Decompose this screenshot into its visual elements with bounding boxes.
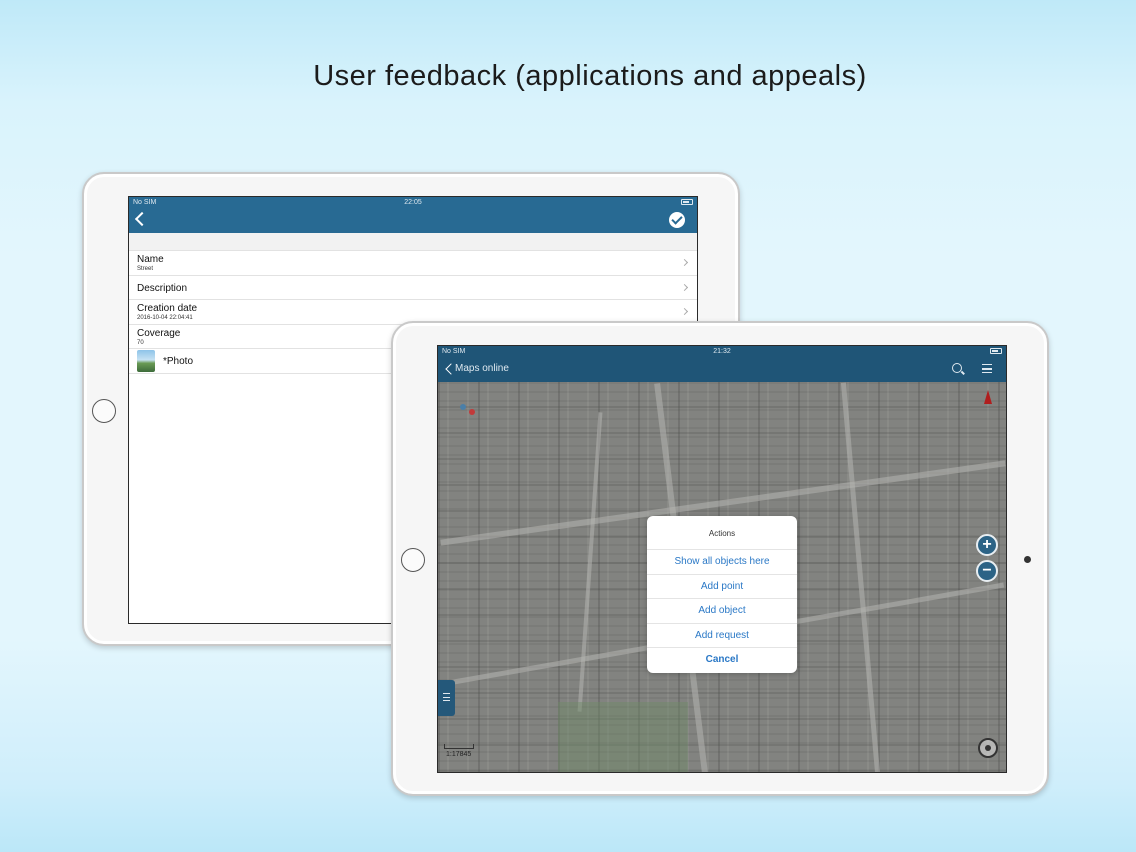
scale-bar <box>444 744 474 749</box>
home-button <box>92 399 116 423</box>
search-icon[interactable] <box>952 363 962 373</box>
tablet-front: No SIM 21:32 Maps online + − 1:17845 Act… <box>391 321 1049 796</box>
back-button-label[interactable]: Maps online <box>455 363 509 374</box>
scale-label: 1:17845 <box>446 751 472 758</box>
navbar: No SIM 21:32 Maps online <box>438 346 1006 382</box>
row-label: Coverage <box>137 327 181 339</box>
battery-icon <box>681 199 693 205</box>
action-add-object[interactable]: Add object <box>647 599 797 624</box>
check-circle-icon[interactable] <box>669 212 685 228</box>
row-value: 70 <box>137 339 144 346</box>
action-add-point[interactable]: Add point <box>647 575 797 599</box>
side-panel-toggle[interactable] <box>438 680 455 716</box>
navbar: No SIM 22:05 <box>129 197 697 233</box>
map-view[interactable]: + − 1:17845 Actions Show all objects her… <box>438 382 1006 772</box>
menu-icon[interactable] <box>982 364 992 373</box>
chevron-left-icon[interactable] <box>134 211 150 227</box>
actions-dialog: Actions Show all objects here Add point … <box>647 516 797 673</box>
row-value: Street <box>137 266 154 272</box>
row-value: 2016-10-04 22:04:41 <box>137 315 193 321</box>
status-bar: No SIM 21:32 <box>438 346 1006 357</box>
chevron-right-icon <box>680 307 689 316</box>
form-row-description[interactable]: Description <box>129 275 697 300</box>
zoom-in-button[interactable]: + <box>976 534 998 556</box>
form-row-name[interactable]: Name Street <box>129 251 697 276</box>
cancel-button[interactable]: Cancel <box>647 648 797 673</box>
clock-label: 22:05 <box>404 199 422 206</box>
row-label: Name <box>137 254 164 265</box>
map-screen: No SIM 21:32 Maps online + − 1:17845 Act… <box>437 345 1007 773</box>
chevron-right-icon <box>680 283 689 291</box>
battery-icon <box>990 348 1002 354</box>
action-show-all-objects[interactable]: Show all objects here <box>647 550 797 575</box>
zoom-out-button[interactable]: − <box>976 560 998 582</box>
clock-label: 21:32 <box>713 348 731 355</box>
section-gap <box>129 233 697 251</box>
status-bar: No SIM 22:05 <box>129 197 697 208</box>
compass-icon[interactable] <box>984 390 992 404</box>
row-label: Creation date <box>137 303 198 314</box>
locate-me-icon[interactable] <box>978 738 998 758</box>
camera-icon <box>1024 556 1031 563</box>
map-marker-icon[interactable] <box>460 400 478 416</box>
row-label: Description <box>137 282 188 294</box>
action-add-request[interactable]: Add request <box>647 624 797 648</box>
photo-thumbnail[interactable] <box>137 350 155 372</box>
row-label: *Photo <box>163 356 194 367</box>
dialog-title: Actions <box>647 516 797 550</box>
menu-icon <box>443 693 450 701</box>
headline: User feedback (applications and appeals) <box>313 60 867 92</box>
chevron-right-icon <box>680 258 689 267</box>
home-button <box>401 548 425 572</box>
